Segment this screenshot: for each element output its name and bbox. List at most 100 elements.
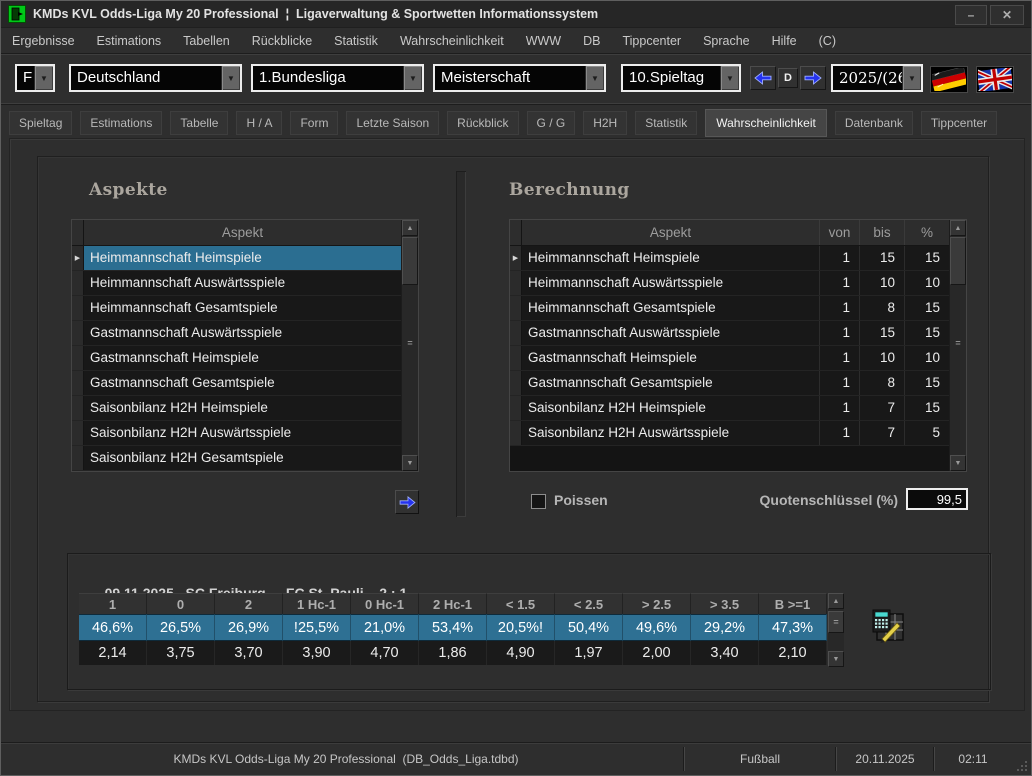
matchday-value: 10.Spieltag [623, 66, 720, 90]
calculation-row[interactable]: Heimmannschaft Auswärtsspiele11010 [510, 271, 949, 296]
odds-cell: 3,40 [691, 641, 759, 665]
tab-form[interactable]: Form [290, 111, 338, 135]
odds-col-header: 2 [215, 593, 283, 614]
odds-cell: 2,10 [759, 641, 827, 665]
scroll-down-button[interactable]: ▼ [828, 651, 844, 667]
scroll-down-button[interactable]: ▼ [950, 455, 966, 471]
scrollbar-track-mark: = [950, 338, 966, 348]
dropdown-arrow-icon[interactable]: ▼ [720, 66, 739, 90]
menu-item-sprache[interactable]: Sprache [692, 34, 761, 48]
row-selector [510, 271, 522, 295]
menu-item-www[interactable]: WWW [515, 34, 572, 48]
next-matchday-button[interactable] [800, 66, 826, 90]
poisson-label: Poissen [554, 492, 608, 508]
aspect-row[interactable]: Saisonbilanz H2H Auswärtsspiele [72, 421, 401, 446]
competition-combobox[interactable]: Meisterschaft ▼ [433, 64, 606, 92]
scroll-down-button[interactable]: ▼ [402, 455, 418, 471]
calc-pct-value: 10 [904, 346, 949, 370]
menu-item-estimations[interactable]: Estimations [86, 34, 173, 48]
aspect-row[interactable]: Gastmannschaft Heimspiele [72, 346, 401, 371]
transfer-aspect-button[interactable] [395, 490, 419, 514]
current-day-button[interactable]: D [778, 68, 798, 88]
menu-item-wahrscheinlichkeit[interactable]: Wahrscheinlichkeit [389, 34, 515, 48]
aspect-label: Heimmannschaft Heimspiele [84, 246, 401, 270]
tab-wahrscheinlichkeit[interactable]: Wahrscheinlichkeit [705, 109, 827, 137]
menu-item-ergebnisse[interactable]: Ergebnisse [1, 34, 86, 48]
close-button[interactable]: ✕ [990, 5, 1024, 25]
calculation-row[interactable]: Gastmannschaft Heimspiele11010 [510, 346, 949, 371]
probability-cell: 46,6% [79, 614, 147, 641]
aspect-row[interactable]: Saisonbilanz H2H Gesamtspiele [72, 446, 401, 471]
calculation-row[interactable]: Saisonbilanz H2H Auswärtsspiele175 [510, 421, 949, 446]
tab-datenbank[interactable]: Datenbank [835, 111, 913, 135]
scroll-up-button[interactable]: ▲ [950, 220, 966, 236]
scrollbar-thumb[interactable] [402, 237, 418, 285]
tab-r-ckblick[interactable]: Rückblick [447, 111, 518, 135]
calculation-row[interactable]: Gastmannschaft Auswärtsspiele11515 [510, 321, 949, 346]
menu-item-hilfe[interactable]: Hilfe [761, 34, 808, 48]
menu-item-tippcenter[interactable]: Tippcenter [611, 34, 692, 48]
odds-table: 1021 Hc-10 Hc-12 Hc-1< 1.5< 2.5> 2.5> 3.… [79, 593, 827, 665]
calculate-button[interactable] [867, 605, 909, 645]
tab-h2h[interactable]: H2H [583, 111, 627, 135]
row-selector-header [72, 220, 84, 245]
tab-g-g[interactable]: G / G [527, 111, 576, 135]
odds-key-input[interactable] [906, 488, 968, 510]
tab-tippcenter[interactable]: Tippcenter [921, 111, 997, 135]
tab-spieltag[interactable]: Spieltag [9, 111, 72, 135]
aspect-row[interactable]: Saisonbilanz H2H Heimspiele [72, 396, 401, 421]
country-combobox[interactable]: Deutschland ▼ [69, 64, 242, 92]
tab-estimations[interactable]: Estimations [80, 111, 162, 135]
scroll-up-button[interactable]: ▲ [402, 220, 418, 236]
menu-item-tabellen[interactable]: Tabellen [172, 34, 241, 48]
calculation-row[interactable]: Heimmannschaft Gesamtspiele1815 [510, 296, 949, 321]
aspect-row[interactable]: Heimmannschaft Auswärtsspiele [72, 271, 401, 296]
scroll-up-button[interactable]: ▲ [828, 593, 844, 609]
odds-cell: 3,70 [215, 641, 283, 665]
scrollbar-thumb[interactable]: = [828, 611, 844, 633]
aspects-scrollbar[interactable]: ▲ = ▼ [401, 220, 418, 471]
menu-item-r-ckblicke[interactable]: Rückblicke [241, 34, 323, 48]
matchday-combobox[interactable]: 10.Spieltag ▼ [621, 64, 741, 92]
tab-letzte-saison[interactable]: Letzte Saison [346, 111, 439, 135]
tab-tabelle[interactable]: Tabelle [170, 111, 228, 135]
odds-table-scrollbar[interactable]: ▲ = ▼ [828, 593, 844, 667]
language-german-button[interactable] [930, 66, 968, 93]
minimize-button[interactable]: – [955, 5, 987, 25]
menu-item-db[interactable]: DB [572, 34, 611, 48]
aspect-row[interactable]: ▶Heimmannschaft Heimspiele [72, 246, 401, 271]
british-flag-icon [978, 68, 1012, 91]
aspect-row[interactable]: Gastmannschaft Auswärtsspiele [72, 321, 401, 346]
scrollbar-thumb[interactable] [950, 237, 966, 285]
dropdown-arrow-icon[interactable]: ▼ [585, 66, 604, 90]
prev-matchday-button[interactable] [750, 66, 776, 90]
language-english-button[interactable] [976, 66, 1014, 93]
aspect-row[interactable]: Heimmannschaft Gesamtspiele [72, 296, 401, 321]
menu-item-c[interactable]: (C) [808, 34, 847, 48]
sport-filter-combobox[interactable]: F ▼ [15, 64, 55, 92]
resize-grip[interactable] [1011, 743, 1031, 775]
tab-h-a[interactable]: H / A [236, 111, 282, 135]
calc-von-value: 1 [819, 396, 859, 420]
sport-filter-value: F [17, 66, 34, 90]
title-bar[interactable]: KMDs KVL Odds-Liga My 20 Professional ¦ … [1, 1, 1031, 28]
dropdown-arrow-icon[interactable]: ▼ [221, 66, 240, 90]
calculation-row[interactable]: Saisonbilanz H2H Heimspiele1715 [510, 396, 949, 421]
calc-von-value: 1 [819, 421, 859, 445]
tab-statistik[interactable]: Statistik [635, 111, 697, 135]
calculation-row[interactable]: ▶Heimmannschaft Heimspiele11515 [510, 246, 949, 271]
arrow-right-icon [399, 496, 416, 509]
calculation-row[interactable]: Gastmannschaft Gesamtspiele1815 [510, 371, 949, 396]
dropdown-arrow-icon[interactable]: ▼ [403, 66, 422, 90]
aspect-row[interactable]: Gastmannschaft Gesamtspiele [72, 371, 401, 396]
aspect-label: Saisonbilanz H2H Auswärtsspiele [84, 421, 401, 445]
poisson-checkbox[interactable] [531, 494, 546, 509]
season-combobox[interactable]: 2025/(26) ▼ [831, 64, 923, 92]
menu-item-statistik[interactable]: Statistik [323, 34, 389, 48]
calculation-scrollbar[interactable]: ▲ = ▼ [949, 220, 966, 471]
league-combobox[interactable]: 1.Bundesliga ▼ [251, 64, 424, 92]
calc-bis-value: 8 [859, 371, 904, 395]
dropdown-arrow-icon[interactable]: ▼ [902, 66, 921, 90]
dropdown-arrow-icon[interactable]: ▼ [34, 66, 53, 90]
tab-bar: Spieltag Estimations Tabelle H / A Form Letzt… [1, 107, 1031, 138]
